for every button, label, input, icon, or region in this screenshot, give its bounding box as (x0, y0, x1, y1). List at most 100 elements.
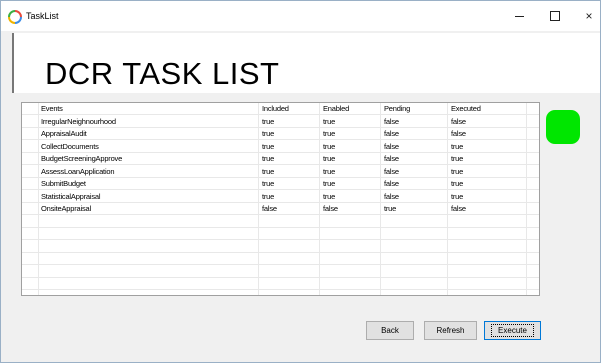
table-row[interactable]: OnsiteAppraisal false false true false (22, 203, 539, 215)
cell-enabled[interactable] (320, 228, 380, 240)
cell-enabled[interactable]: true (320, 191, 380, 203)
cell-enabled[interactable]: true (320, 153, 380, 165)
cell-event[interactable]: SubmitBudget (38, 178, 258, 190)
cell-executed[interactable]: true (448, 178, 526, 190)
cell-event[interactable]: BudgetScreeningApprove (38, 153, 258, 165)
cell-included[interactable]: true (259, 116, 319, 128)
table-row[interactable]: SubmitBudget true true false true (22, 178, 539, 190)
cell-included[interactable] (259, 216, 319, 228)
row-header-cell[interactable] (22, 266, 38, 278)
cell-pending[interactable] (381, 228, 447, 240)
cell-pending[interactable]: false (381, 141, 447, 153)
cell-executed[interactable] (448, 266, 526, 278)
empty-table-row[interactable] (22, 216, 539, 228)
empty-table-row[interactable] (22, 228, 539, 240)
cell-executed[interactable] (448, 278, 526, 290)
cell-pending[interactable]: false (381, 178, 447, 190)
cell-pending[interactable] (381, 278, 447, 290)
empty-table-row[interactable] (22, 241, 539, 253)
cell-executed[interactable] (448, 228, 526, 240)
row-header-cell[interactable] (22, 178, 38, 190)
cell-included[interactable]: true (259, 178, 319, 190)
cell-event[interactable] (38, 253, 258, 265)
cell-included[interactable] (259, 266, 319, 278)
cell-enabled[interactable] (320, 216, 380, 228)
cell-executed[interactable]: false (448, 128, 526, 140)
cell-pending[interactable] (381, 241, 447, 253)
row-header-cell[interactable] (22, 216, 38, 228)
cell-included[interactable]: false (259, 203, 319, 215)
cell-included[interactable] (259, 241, 319, 253)
cell-executed[interactable]: true (448, 166, 526, 178)
row-header-cell[interactable] (22, 116, 38, 128)
cell-executed[interactable]: true (448, 153, 526, 165)
cell-event[interactable]: AssessLoanApplication (38, 166, 258, 178)
cell-included[interactable]: true (259, 166, 319, 178)
column-header-executed[interactable]: Executed (448, 103, 526, 115)
cell-event[interactable] (38, 241, 258, 253)
refresh-button[interactable]: Refresh (424, 321, 477, 340)
cell-included[interactable]: true (259, 191, 319, 203)
row-header-cell[interactable] (22, 203, 38, 215)
execute-button[interactable]: Execute (484, 321, 541, 340)
minimize-button[interactable] (502, 1, 536, 31)
cell-included[interactable]: true (259, 141, 319, 153)
cell-pending[interactable]: false (381, 153, 447, 165)
cell-executed[interactable]: true (448, 141, 526, 153)
cell-enabled[interactable] (320, 266, 380, 278)
cell-pending[interactable] (381, 266, 447, 278)
row-header-cell[interactable] (22, 228, 38, 240)
table-row[interactable]: AssessLoanApplication true true false true (22, 166, 539, 178)
title-bar[interactable]: TaskList × (1, 1, 600, 31)
table-row[interactable]: IrregularNeighnourhood true true false false (22, 116, 539, 128)
cell-enabled[interactable] (320, 253, 380, 265)
empty-table-row[interactable] (22, 278, 539, 290)
task-table[interactable]: Events Included Enabled Pending Executed… (21, 102, 540, 296)
cell-pending[interactable]: true (381, 203, 447, 215)
cell-enabled[interactable]: true (320, 141, 380, 153)
table-row[interactable]: StatisticalAppraisal true true false true (22, 191, 539, 203)
back-button[interactable]: Back (366, 321, 414, 340)
cell-pending[interactable]: false (381, 191, 447, 203)
cell-pending[interactable] (381, 216, 447, 228)
column-header-enabled[interactable]: Enabled (320, 103, 380, 115)
cell-executed[interactable]: false (448, 116, 526, 128)
column-header-events[interactable]: Events (38, 103, 258, 115)
cell-enabled[interactable] (320, 241, 380, 253)
cell-included[interactable] (259, 253, 319, 265)
cell-pending[interactable] (381, 253, 447, 265)
cell-executed[interactable] (448, 216, 526, 228)
row-header-cell[interactable] (22, 191, 38, 203)
cell-event[interactable]: CollectDocuments (38, 141, 258, 153)
row-header-cell[interactable] (22, 278, 38, 290)
cell-executed[interactable] (448, 253, 526, 265)
cell-enabled[interactable]: false (320, 203, 380, 215)
cell-event[interactable]: IrregularNeighnourhood (38, 116, 258, 128)
row-header-cell[interactable] (22, 166, 38, 178)
row-header-cell[interactable] (22, 153, 38, 165)
cell-pending[interactable]: false (381, 128, 447, 140)
column-header-included[interactable]: Included (259, 103, 319, 115)
table-row[interactable]: AppraisalAudit true true false false (22, 128, 539, 140)
table-row[interactable]: BudgetScreeningApprove true true false true (22, 153, 539, 165)
empty-table-row[interactable] (22, 266, 539, 278)
cell-event[interactable]: AppraisalAudit (38, 128, 258, 140)
cell-executed[interactable] (448, 241, 526, 253)
cell-executed[interactable]: false (448, 203, 526, 215)
cell-enabled[interactable]: true (320, 128, 380, 140)
cell-enabled[interactable]: true (320, 116, 380, 128)
close-button[interactable]: × (572, 1, 601, 31)
cell-enabled[interactable]: true (320, 166, 380, 178)
cell-enabled[interactable]: true (320, 178, 380, 190)
row-header-cell[interactable] (22, 128, 38, 140)
cell-event[interactable]: StatisticalAppraisal (38, 191, 258, 203)
cell-included[interactable]: true (259, 128, 319, 140)
cell-pending[interactable]: false (381, 116, 447, 128)
cell-executed[interactable]: true (448, 191, 526, 203)
cell-event[interactable]: OnsiteAppraisal (38, 203, 258, 215)
row-header-cell[interactable] (22, 241, 38, 253)
cell-included[interactable] (259, 228, 319, 240)
cell-event[interactable] (38, 278, 258, 290)
maximize-button[interactable] (538, 1, 572, 31)
cell-pending[interactable]: false (381, 166, 447, 178)
